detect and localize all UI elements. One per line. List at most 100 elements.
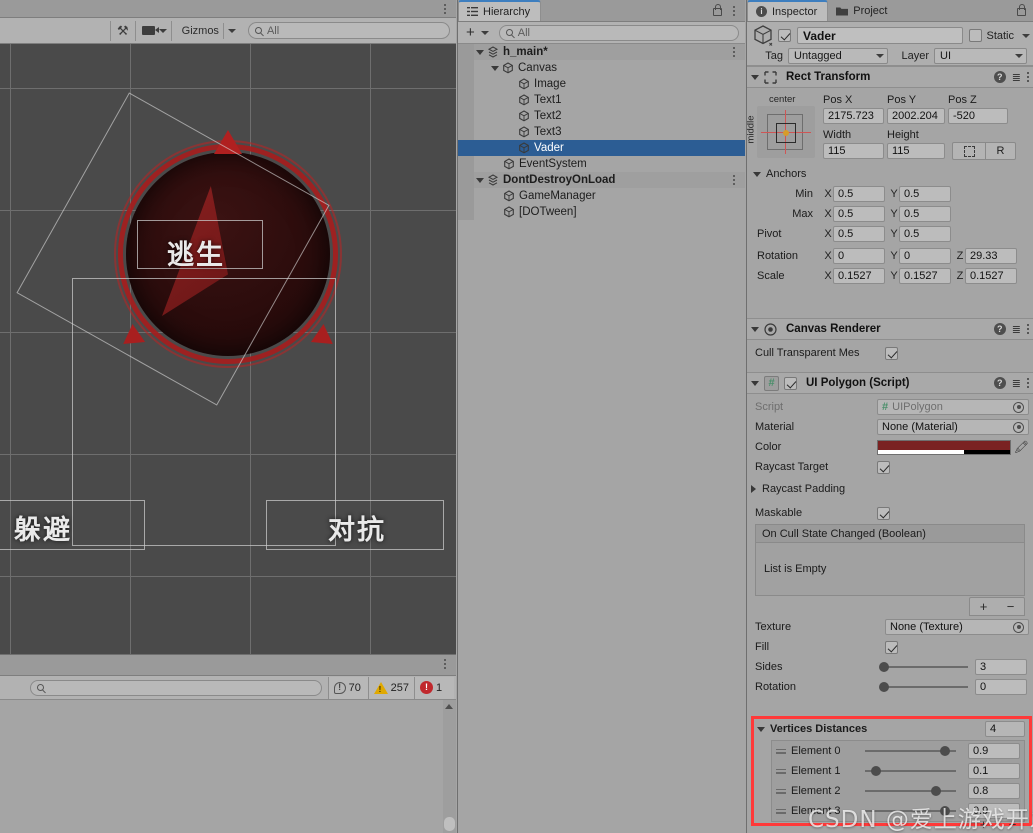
raycast-target-checkbox[interactable] [877, 460, 890, 474]
console-error-count[interactable]: ! 1 [414, 676, 454, 699]
component-menu-icon[interactable] [1027, 72, 1029, 82]
hierarchy-item-image[interactable]: Image [458, 76, 745, 92]
console-info-count[interactable]: ! 70 [327, 676, 368, 699]
scene-context-menu-icon[interactable] [729, 46, 739, 58]
tab-project[interactable]: Project [828, 0, 897, 21]
hierarchy-item-eventsystem[interactable]: EventSystem [458, 156, 745, 172]
drag-handle-icon[interactable] [776, 808, 786, 814]
rect-transform-header[interactable]: Rect Transform ? ≣ [747, 66, 1033, 88]
drag-handle-icon[interactable] [776, 748, 786, 754]
console-scrollbar[interactable] [443, 700, 456, 833]
vertices-count-input[interactable]: 4 [985, 721, 1025, 737]
console-tab-menu-icon[interactable] [440, 658, 450, 670]
anchor-min-y-input[interactable]: 0.5 [899, 186, 951, 202]
vertices-foldout-icon[interactable] [757, 726, 765, 732]
maskable-checkbox[interactable] [877, 506, 890, 520]
help-icon[interactable]: ? [993, 377, 1006, 389]
vertices-list[interactable]: Element 0 0.9 Element 1 0.1 Element 2 0.8 Elem… [771, 740, 1025, 822]
pos-x-input[interactable]: 2175.723 [823, 108, 884, 124]
tab-inspector[interactable]: i Inspector [747, 0, 829, 21]
sides-value-input[interactable]: 3 [975, 659, 1027, 675]
scale-y-input[interactable]: 0.1527 [899, 268, 951, 284]
hierarchy-item-dotween[interactable]: [DOTween] [458, 204, 745, 220]
create-gameobject-button[interactable]: + [462, 24, 493, 42]
raw-edit-mode-button[interactable]: R [986, 142, 1016, 160]
hierarchy-item-dontdestroyonload[interactable]: DontDestroyOnLoad [458, 172, 745, 188]
hierarchy-tree[interactable]: h_main* Canvas Image Text1 Text2 Text3 Vader Ev… [458, 44, 745, 833]
vertices-element-slider-knob[interactable] [930, 786, 941, 796]
vertices-element-slider-knob[interactable] [940, 806, 951, 816]
object-picker-icon[interactable] [1013, 421, 1024, 433]
ui-polygon-header[interactable]: # UI Polygon (Script) ? ≣ [747, 372, 1033, 394]
hierarchy-item-canvas[interactable]: Canvas [458, 60, 745, 76]
texture-field[interactable]: None (Texture) [885, 619, 1029, 635]
object-picker-icon[interactable] [1013, 401, 1024, 413]
hierarchy-item-text2[interactable]: Text2 [458, 108, 745, 124]
static-toggle-group[interactable]: Static [969, 29, 1030, 42]
scene-search-input[interactable]: All [247, 22, 450, 39]
foldout-icon[interactable] [751, 326, 759, 332]
vertices-element-value-input[interactable]: 0.8 [968, 783, 1020, 799]
console-warning-count[interactable]: 257 [367, 676, 414, 699]
scale-z-input[interactable]: 0.1527 [965, 268, 1017, 284]
anchor-preset-widget[interactable] [757, 106, 815, 158]
height-input[interactable]: 115 [887, 143, 945, 159]
hierarchy-search-input[interactable]: All [498, 24, 739, 41]
layer-dropdown[interactable]: UI [934, 48, 1027, 64]
drag-handle-icon[interactable] [776, 768, 786, 774]
chevron-down-icon[interactable] [1022, 33, 1030, 38]
lock-icon[interactable] [712, 4, 722, 16]
vertices-remove-button[interactable]: − [1009, 817, 1017, 832]
scrollbar-thumb[interactable] [444, 817, 455, 831]
anchor-max-x-input[interactable]: 0.5 [833, 206, 885, 222]
event-remove-button[interactable]: − [1007, 599, 1015, 614]
rotation-z-input[interactable]: 29.33 [965, 248, 1017, 264]
anchor-preset-area[interactable]: center middle [747, 92, 823, 162]
hierarchy-item-gamemanager[interactable]: GameManager [458, 188, 745, 204]
pivot-x-input[interactable]: 0.5 [833, 226, 885, 242]
vertices-element-value-input[interactable]: 0.1 [968, 763, 1020, 779]
drag-handle-icon[interactable] [776, 788, 786, 794]
vertices-add-button[interactable]: + [980, 817, 988, 832]
ui-polygon-enabled-checkbox[interactable] [784, 376, 797, 390]
tab-hierarchy[interactable]: Hierarchy [458, 0, 542, 21]
sides-slider[interactable] [879, 662, 968, 672]
object-name-field[interactable]: Vader [797, 27, 964, 44]
vertices-element-row[interactable]: Element 1 0.1 [772, 761, 1024, 781]
canvas-renderer-header[interactable]: Canvas Renderer ? ≣ [747, 318, 1033, 340]
help-icon[interactable]: ? [993, 71, 1006, 83]
tag-dropdown[interactable]: Untagged [788, 48, 888, 64]
polygon-rotation-slider-knob[interactable] [879, 682, 889, 692]
sides-slider-knob[interactable] [879, 662, 889, 672]
foldout-icon[interactable] [751, 74, 759, 80]
scroll-up-icon[interactable] [445, 704, 453, 709]
expand-arrow-icon[interactable] [476, 49, 484, 55]
pos-z-input[interactable]: -520 [948, 108, 1008, 124]
fill-checkbox[interactable] [885, 640, 898, 654]
preset-icon[interactable]: ≣ [1012, 323, 1021, 336]
color-swatch[interactable] [877, 439, 1011, 455]
static-checkbox[interactable] [969, 29, 983, 42]
console-search-input[interactable] [30, 679, 322, 696]
pivot-y-input[interactable]: 0.5 [899, 226, 951, 242]
vertices-element-value-input[interactable]: 0.9 [968, 743, 1020, 759]
hierarchy-item-h-main[interactable]: h_main* [458, 44, 745, 60]
vertices-element-slider[interactable] [865, 806, 956, 816]
anchor-min-x-input[interactable]: 0.5 [833, 186, 885, 202]
component-menu-icon[interactable] [1027, 378, 1029, 388]
expand-arrow-icon[interactable] [476, 177, 484, 183]
pos-y-input[interactable]: 2002.204 [887, 108, 945, 124]
eyedropper-icon[interactable]: 🖍 [1014, 440, 1029, 454]
scene-viewport[interactable]: 逃生 躲避 对抗 [0, 44, 456, 654]
scene-tools-button[interactable]: ⚒ [110, 20, 135, 41]
expand-arrow-icon[interactable] [491, 65, 499, 71]
scene-camera-button[interactable] [134, 20, 171, 41]
blueprint-mode-button[interactable] [952, 142, 986, 160]
vertices-element-row[interactable]: Element 2 0.8 [772, 781, 1024, 801]
scene-context-menu-icon[interactable] [729, 174, 739, 186]
object-picker-icon[interactable] [1013, 621, 1024, 633]
preset-icon[interactable]: ≣ [1012, 71, 1021, 84]
object-enabled-checkbox[interactable] [778, 29, 791, 42]
hierarchy-item-text3[interactable]: Text3 [458, 124, 745, 140]
foldout-icon[interactable] [751, 380, 759, 386]
